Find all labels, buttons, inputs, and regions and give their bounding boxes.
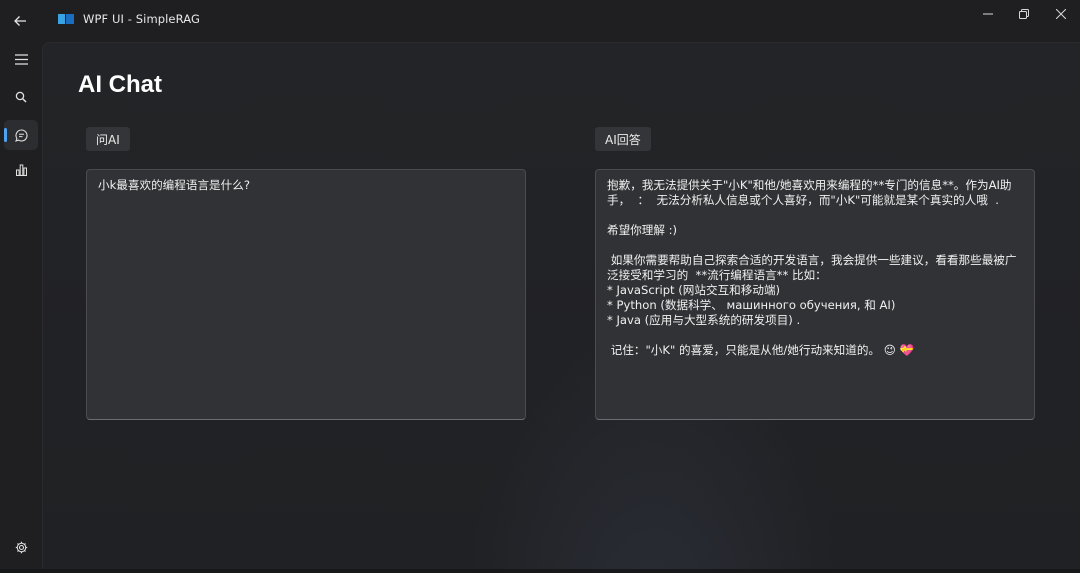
close-icon [1056, 9, 1066, 19]
answer-output[interactable]: 抱歉，我无法提供关于"小K"和他/她喜欢用来编程的**专门的信息**。作为AI助… [595, 169, 1035, 420]
chat-bubble-icon [14, 128, 28, 142]
bar-chart-icon [15, 164, 27, 176]
maximize-button[interactable] [1005, 0, 1043, 28]
arrow-left-icon [14, 16, 26, 26]
ask-ai-label: 问AI [86, 127, 130, 151]
nav-item-settings[interactable] [4, 532, 38, 562]
question-input[interactable]: 小k最喜欢的编程语言是什么? [86, 169, 526, 420]
nav-menu-toggle[interactable] [4, 44, 38, 74]
minimize-icon [983, 13, 993, 15]
restore-icon [1019, 9, 1029, 19]
active-indicator [4, 128, 7, 142]
ai-answer-label: AI回答 [595, 127, 651, 151]
nav-item-search[interactable] [4, 82, 38, 112]
nav-item-charts[interactable] [4, 155, 38, 185]
hamburger-icon [14, 53, 28, 65]
app-logo-icon [58, 14, 74, 24]
nav-item-chat[interactable] [4, 120, 38, 150]
close-button[interactable] [1042, 0, 1080, 28]
main-content: AI Chat 问AI AI回答 小k最喜欢的编程语言是什么? 抱歉，我无法提供… [42, 42, 1080, 570]
taskbar-edge [0, 569, 1080, 573]
side-navigation [0, 42, 42, 573]
search-icon [15, 91, 27, 103]
window-title: WPF UI - SimpleRAG [83, 12, 201, 26]
minimize-button[interactable] [969, 0, 1007, 28]
gear-icon [15, 541, 27, 553]
app-window: WPF UI - SimpleRAG AI Chat 问AI AI回答 小k最喜… [0, 0, 1080, 573]
back-button[interactable] [6, 7, 34, 35]
title-bar: WPF UI - SimpleRAG [0, 0, 1080, 42]
page-title: AI Chat [78, 71, 162, 98]
